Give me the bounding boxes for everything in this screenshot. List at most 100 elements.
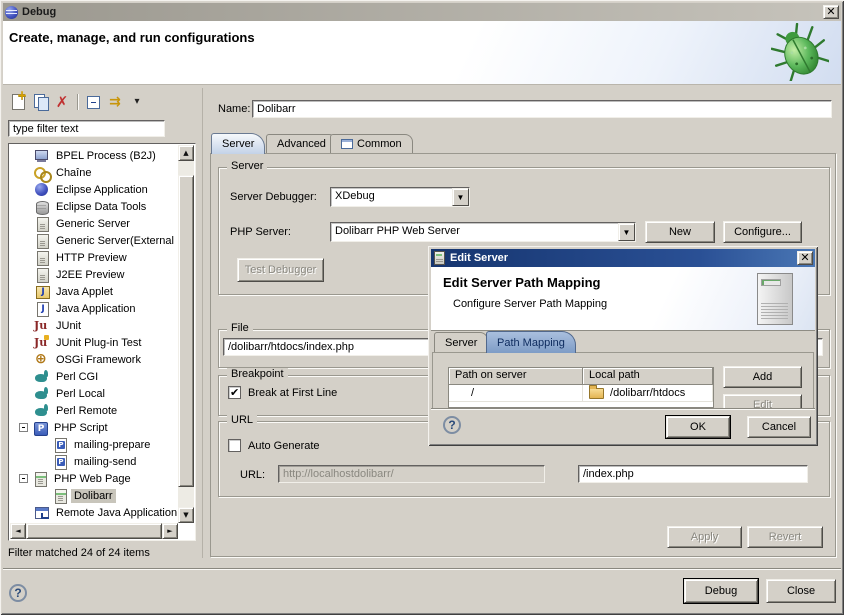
tree-horizontal-scrollbar[interactable]: ◄ ► [10,523,178,539]
tree-item[interactable]: mailing-prepare [11,436,177,453]
filter-status: Filter matched 24 of 24 items [8,547,150,559]
close-icon[interactable]: ✕ [823,5,839,19]
tree-item-label: HTTP Preview [53,251,130,265]
window-titlebar[interactable]: Debug ✕ [3,3,841,21]
dialog-tab-server-label: Server [445,337,477,349]
column-path-on-server[interactable]: Path on server [449,368,583,385]
footer-separator [3,568,841,570]
break-first-line-checkbox[interactable] [228,386,241,399]
bug-icon [771,23,829,81]
add-mapping-button[interactable]: Add [723,366,802,388]
cancel-button[interactable]: Cancel [747,416,811,438]
tree-item[interactable]: Java Application [11,300,177,317]
new-configuration-icon[interactable] [8,92,28,112]
page-title: Create, manage, and run configurations [9,30,255,45]
tree-item[interactable]: Java Applet [11,283,177,300]
dialog-help-icon[interactable]: ? [443,416,461,434]
toolbar-menu-icon[interactable] [127,92,147,112]
url-base-input [278,465,545,483]
tree-item[interactable]: Chaîne [11,164,177,181]
php-server-select[interactable]: Dolibarr PHP Web Server ▼ [330,222,636,242]
url-path-input[interactable] [578,465,808,483]
close-button[interactable]: Close [766,579,836,603]
server-icon [34,233,50,249]
tree-item[interactable]: Dolibarr [11,487,177,504]
filter-input[interactable] [8,120,165,137]
tree-item[interactable]: Perl Local [11,385,177,402]
filter-configurations-icon[interactable] [105,92,125,112]
chevron-down-icon[interactable]: ▼ [452,188,469,206]
new-server-button-label: New [669,226,691,238]
dialog-close-icon[interactable]: ✕ [797,251,813,265]
folder-icon [589,388,604,399]
dialog-tab-path-mapping[interactable]: Path Mapping [486,331,576,353]
name-input[interactable] [252,100,832,118]
tree-item[interactable]: OSGi Framework [11,351,177,368]
new-server-button[interactable]: New [645,221,715,243]
scroll-right-icon[interactable]: ► [162,523,178,539]
table-row[interactable]: / /dolibarr/htdocs [449,385,713,402]
column-local-path[interactable]: Local path [583,368,713,385]
server-group-legend: Server [227,160,267,172]
collapse-all-icon[interactable] [83,92,103,112]
tree-item-label: PHP Web Page [51,472,134,486]
perl-icon [34,403,50,419]
vertical-scroll-thumb[interactable] [178,175,194,487]
ok-button[interactable]: OK [666,416,730,438]
tab-server-label: Server [222,138,254,150]
dialog-titlebar[interactable]: Edit Server ✕ [431,249,815,267]
scroll-down-icon[interactable]: ▼ [178,507,194,523]
tree-vertical-scrollbar[interactable]: ▲ ▼ [178,145,194,523]
tab-server[interactable]: Server [211,133,265,154]
add-button-label: Add [753,371,773,383]
scroll-left-icon[interactable]: ◄ [10,523,26,539]
configuration-tree[interactable]: BPEL Process (B2J)ChaîneEclipse Applicat… [8,143,196,541]
dialog-tab-server[interactable]: Server [434,332,488,352]
panel-sash[interactable] [202,88,203,558]
tree-toolbar [8,91,147,113]
chevron-down-icon[interactable]: ▼ [618,223,635,241]
eclipse-icon [5,6,18,19]
debug-button[interactable]: Debug [684,579,758,603]
junit-icon [34,318,50,334]
duplicate-configuration-icon[interactable] [30,92,50,112]
tree-item-label: Generic Server(External La [53,234,177,248]
server-debugger-label: Server Debugger: [230,191,317,203]
tree-item[interactable]: PHP Script [11,419,177,436]
table-header-row: Path on server Local path [449,368,713,385]
tree-item[interactable]: mailing-send [11,453,177,470]
auto-generate-checkbox[interactable] [228,439,241,452]
apply-button-label: Apply [691,531,719,543]
tree-item[interactable]: Generic Server(External La [11,232,177,249]
path-mapping-table[interactable]: Path on server Local path / /dolibarr/ht… [448,367,714,408]
apply-button: Apply [667,526,742,548]
tab-advanced[interactable]: Advanced [266,134,337,153]
collapse-expander-icon[interactable] [19,423,28,432]
help-icon[interactable]: ? [9,584,27,602]
tree-item[interactable]: Eclipse Application [11,181,177,198]
server-debugger-select[interactable]: XDebug ▼ [330,187,470,207]
horizontal-scroll-thumb[interactable] [26,523,162,539]
tree-item[interactable]: Remote Java Application [11,504,177,521]
tab-common[interactable]: Common [330,134,413,153]
tree-item[interactable]: Perl Remote [11,402,177,419]
tree-item[interactable]: HTTP Preview [11,249,177,266]
tree-item-label: OSGi Framework [53,353,144,367]
tree-item[interactable]: JUnit Plug-in Test [11,334,177,351]
collapse-expander-icon[interactable] [19,474,28,483]
revert-button: Revert [747,526,823,548]
tree-item-label: Perl Local [53,387,108,401]
chain-icon [34,165,50,181]
tree-item[interactable]: Generic Server [11,215,177,232]
perl-icon [34,369,50,385]
tree-item[interactable]: Perl CGI [11,368,177,385]
tree-item-label: Dolibarr [71,489,116,503]
tree-item[interactable]: BPEL Process (B2J) [11,147,177,164]
tree-item[interactable]: Eclipse Data Tools [11,198,177,215]
tree-item[interactable]: JUnit [11,317,177,334]
scroll-up-icon[interactable]: ▲ [178,145,194,161]
tree-item[interactable]: J2EE Preview [11,266,177,283]
delete-configuration-icon[interactable] [52,92,72,112]
configure-button[interactable]: Configure... [723,221,802,243]
tree-item[interactable]: PHP Web Page [11,470,177,487]
